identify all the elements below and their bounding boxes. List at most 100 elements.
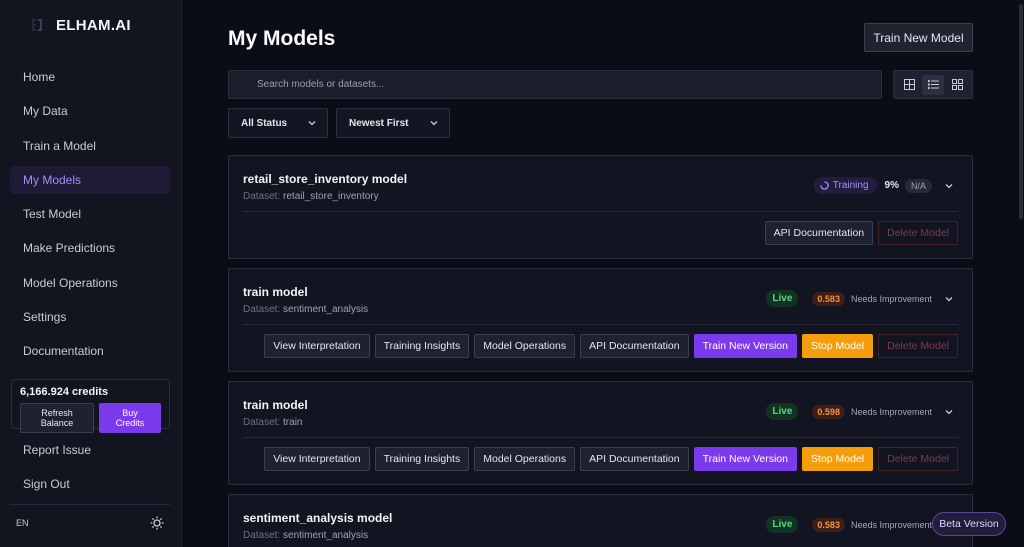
stop-model-button[interactable]: Stop Model — [802, 447, 874, 471]
chevron-down-icon[interactable] — [944, 181, 954, 191]
card-divider — [243, 324, 958, 325]
training-progress: 9% — [884, 180, 899, 191]
sidebar-item-make-predictions[interactable]: Make Predictions — [10, 234, 170, 262]
model-card[interactable]: retail_store_inventory model Dataset: re… — [228, 155, 973, 259]
search-placeholder: Search models or datasets... — [257, 79, 385, 90]
dataset-value: sentiment_analysis — [283, 530, 369, 541]
api-documentation-button[interactable]: API Documentation — [580, 334, 689, 358]
model-status-area: Live 0.583 Needs Improvement — [766, 516, 954, 533]
sidebar-item-train-a-model[interactable]: Train a Model — [10, 132, 170, 160]
view-interpretation-button[interactable]: View Interpretation — [264, 447, 370, 471]
training-insights-button[interactable]: Training Insights — [374, 334, 470, 358]
refresh-balance-button[interactable]: Refresh Balance — [20, 403, 95, 433]
sidebar: ELHAM.AI Home My Data Train a Model My M… — [0, 0, 182, 547]
model-status-area: Training 9% N/A — [813, 177, 954, 194]
view-interpretation-button[interactable]: View Interpretation — [264, 334, 370, 358]
api-documentation-button[interactable]: API Documentation — [764, 221, 874, 245]
train-new-model-button[interactable]: Train New Model — [864, 23, 973, 52]
sidebar-item-model-operations[interactable]: Model Operations — [10, 269, 170, 297]
sort-select[interactable]: Newest First — [336, 108, 450, 138]
model-dataset: Dataset: sentiment_analysis — [243, 304, 368, 315]
card-divider — [243, 437, 958, 438]
model-operations-button[interactable]: Model Operations — [474, 334, 576, 358]
model-name: retail_store_inventory model — [243, 172, 408, 186]
delete-model-button[interactable]: Delete Model — [878, 221, 958, 245]
credits-panel: 6,166.924 credits Refresh Balance Buy Cr… — [11, 379, 170, 433]
model-actions: View Interpretation Training Insights Mo… — [264, 447, 958, 471]
sidebar-bottom-nav: Report Issue Sign Out — [10, 436, 170, 505]
sidebar-divider — [10, 504, 170, 505]
model-actions: API Documentation Delete Model — [764, 221, 958, 245]
status-filter-select[interactable]: All Status — [228, 108, 328, 138]
model-dataset: Dataset: retail_store_inventory — [243, 191, 379, 202]
model-card[interactable]: train model Dataset: sentiment_analysis … — [228, 268, 973, 372]
model-operations-button[interactable]: Model Operations — [474, 447, 576, 471]
spinner-icon — [819, 181, 829, 190]
chevron-down-icon[interactable] — [944, 294, 954, 304]
score-badge: 0.598 — [812, 404, 845, 419]
score-badge: 0.583 — [812, 517, 845, 532]
sun-icon[interactable] — [149, 515, 165, 531]
delete-model-button[interactable]: Delete Model — [878, 334, 958, 358]
brand[interactable]: ELHAM.AI — [28, 16, 131, 34]
page-scrollbar[interactable] — [1018, 0, 1024, 547]
model-card[interactable]: sentiment_analysis model Dataset: sentim… — [228, 494, 973, 547]
list-view-icon[interactable] — [922, 74, 944, 95]
beta-version-badge[interactable]: Beta Version — [932, 512, 1006, 536]
model-card[interactable]: train model Dataset: train Live 0.598 Ne… — [228, 381, 973, 485]
buy-credits-button[interactable]: Buy Credits — [99, 403, 161, 433]
model-status-area: Live 0.598 Needs Improvement — [766, 403, 954, 420]
chevron-down-icon — [430, 121, 438, 126]
model-name: sentiment_analysis model — [243, 511, 393, 525]
sidebar-item-sign-out[interactable]: Sign Out — [10, 470, 170, 498]
sidebar-item-settings[interactable]: Settings — [10, 303, 170, 331]
assessment-label: Needs Improvement — [850, 293, 932, 304]
train-new-version-button[interactable]: Train New Version — [693, 447, 797, 471]
dataset-label: Dataset: — [243, 530, 281, 541]
sidebar-item-my-models[interactable]: My Models — [10, 165, 170, 194]
sidebar-item-my-data[interactable]: My Data — [10, 97, 170, 125]
table-view-icon[interactable] — [898, 75, 920, 95]
training-insights-button[interactable]: Training Insights — [374, 447, 470, 471]
credits-amount: 6,166.924 credits — [20, 386, 109, 398]
sidebar-item-test-model[interactable]: Test Model — [10, 200, 170, 228]
sidebar-item-home[interactable]: Home — [10, 63, 170, 91]
scrollbar-thumb[interactable] — [1019, 4, 1023, 219]
view-mode-toggle — [893, 70, 973, 99]
stop-model-button[interactable]: Stop Model — [802, 334, 874, 358]
status-badge: Live — [766, 290, 799, 307]
model-status-area: Live 0.583 Needs Improvement — [766, 290, 954, 307]
status-filter-value: All Status — [241, 117, 288, 129]
chevron-down-icon[interactable] — [944, 407, 954, 417]
sidebar-nav: Home My Data Train a Model My Models Tes… — [10, 63, 170, 372]
model-actions: View Interpretation Training Insights Mo… — [264, 334, 958, 358]
sidebar-item-report-issue[interactable]: Report Issue — [10, 436, 170, 464]
card-divider — [243, 211, 958, 212]
api-documentation-button[interactable]: API Documentation — [580, 447, 689, 471]
status-label: Training — [832, 180, 869, 191]
delete-model-button[interactable]: Delete Model — [878, 447, 958, 471]
page-title: My Models — [228, 27, 336, 50]
assessment-label: Needs Improvement — [850, 519, 932, 530]
model-name: train model — [243, 285, 308, 299]
dataset-label: Dataset: — [243, 304, 281, 315]
search-input[interactable]: Search models or datasets... — [228, 70, 882, 99]
grid-view-icon[interactable] — [946, 75, 968, 95]
brand-name: ELHAM.AI — [56, 16, 131, 34]
dataset-label: Dataset: — [243, 191, 281, 202]
language-selector[interactable]: EN — [16, 518, 29, 528]
chevron-down-icon — [308, 121, 316, 126]
train-new-version-button[interactable]: Train New Version — [693, 334, 797, 358]
status-badge: Training — [813, 177, 877, 194]
dataset-value: sentiment_analysis — [283, 304, 369, 315]
score-badge: N/A — [904, 178, 932, 193]
score-badge: 0.583 — [812, 291, 845, 306]
sort-value: Newest First — [349, 117, 409, 129]
status-badge: Live — [766, 516, 799, 533]
status-badge: Live — [766, 403, 799, 420]
model-dataset: Dataset: sentiment_analysis — [243, 530, 368, 541]
assessment-label: Needs Improvement — [850, 406, 932, 417]
model-name: train model — [243, 398, 308, 412]
dataset-value: retail_store_inventory — [283, 191, 379, 202]
sidebar-item-documentation[interactable]: Documentation — [10, 337, 170, 365]
